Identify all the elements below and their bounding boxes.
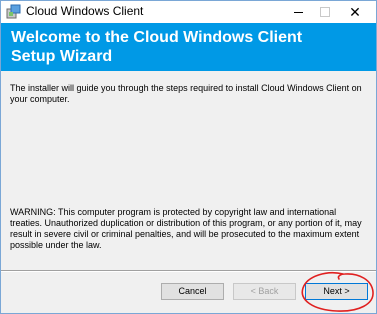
minimize-button[interactable]	[283, 1, 313, 23]
close-icon: ✕	[349, 4, 361, 20]
maximize-button	[310, 1, 340, 23]
installer-window: Cloud Windows Client ✕ Welcome to the Cl…	[0, 0, 377, 314]
banner-title: Welcome to the Cloud Windows Client Setu…	[11, 29, 303, 65]
close-button[interactable]: ✕	[340, 1, 370, 23]
red-circle-annotation	[301, 272, 374, 312]
title-bar[interactable]: Cloud Windows Client ✕	[1, 1, 376, 23]
minimize-icon	[293, 11, 303, 13]
intro-text: The installer will guide you through the…	[10, 83, 362, 104]
back-button: < Back	[233, 283, 296, 300]
wizard-banner: Welcome to the Cloud Windows Client Setu…	[1, 23, 376, 71]
wizard-content: The installer will guide you through the…	[1, 71, 376, 271]
copyright-warning: WARNING: This computer program is protec…	[10, 207, 362, 250]
cancel-button[interactable]: Cancel	[161, 283, 224, 300]
installer-icon	[6, 4, 21, 19]
maximize-icon	[320, 7, 330, 17]
window-title: Cloud Windows Client	[26, 4, 144, 18]
